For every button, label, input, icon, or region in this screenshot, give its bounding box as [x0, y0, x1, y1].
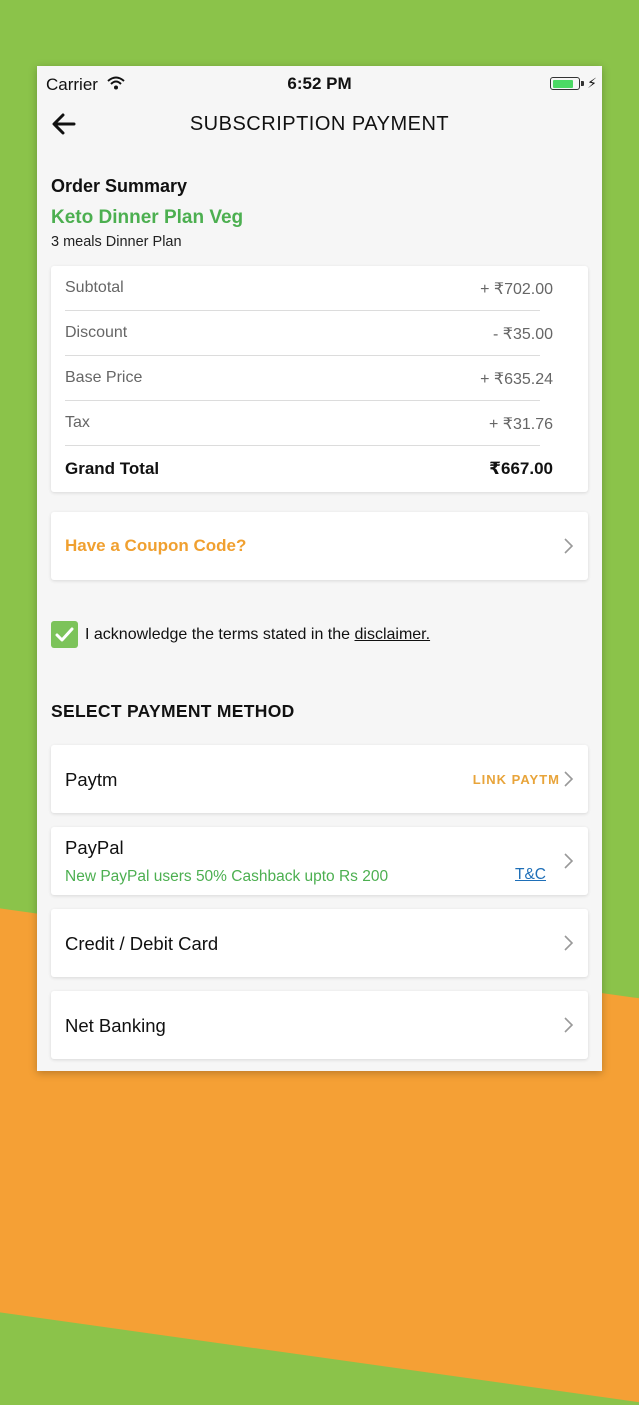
paytm-label: Paytm [65, 769, 118, 790]
grand-total-value: ₹667.00 [489, 459, 553, 478]
row-label: Discount [65, 324, 128, 341]
summary-row-tax: Tax + ₹31.76 [51, 401, 588, 446]
chevron-right-icon [564, 771, 574, 787]
card-label: Credit / Debit Card [65, 933, 219, 954]
link-paytm-action[interactable]: LINK PAYTM [473, 772, 560, 787]
plan-description: 3 meals Dinner Plan [51, 234, 182, 250]
acknowledge-checkbox[interactable] [51, 621, 78, 648]
summary-row-subtotal: Subtotal + ₹702.00 [51, 266, 588, 311]
row-value: - ₹35.00 [493, 326, 553, 343]
payment-method-heading: SELECT PAYMENT METHOD [51, 701, 295, 721]
status-bar: Carrier 6:52 PM ⚡ [37, 66, 602, 102]
row-label: Base Price [65, 369, 143, 386]
battery-fill [552, 79, 573, 88]
page-title: SUBSCRIPTION PAYMENT [189, 113, 450, 135]
coupon-label: Have a Coupon Code? [65, 536, 247, 555]
chevron-right-icon [564, 935, 574, 951]
order-summary-card: Subtotal + ₹702.00 Discount - ₹35.00 Bas… [51, 266, 588, 492]
chevron-right-icon [564, 853, 574, 869]
tnc-link[interactable]: T&C [515, 866, 546, 884]
row-value: + ₹31.76 [488, 416, 553, 433]
disclaimer-link[interactable]: disclaimer. [354, 626, 430, 643]
row-value: + ₹702.00 [480, 281, 553, 298]
battery-icon [550, 77, 584, 90]
net-banking-label: Net Banking [65, 1015, 166, 1036]
acknowledge-text: I acknowledge the terms stated in the di… [85, 626, 430, 644]
summary-row-base-price: Base Price + ₹635.24 [51, 356, 588, 401]
paytm-option[interactable]: Paytm LINK PAYTM [51, 745, 588, 813]
paypal-label: PayPal [65, 837, 124, 858]
grand-total-label: Grand Total [65, 459, 160, 478]
acknowledge-label: I acknowledge the terms stated in the [85, 626, 355, 643]
row-label: Tax [65, 414, 90, 431]
phone-screen: Carrier 6:52 PM ⚡ SUBSCRIPTION PAYMENT O… [37, 66, 602, 1071]
plan-name: Keto Dinner Plan Veg [51, 207, 244, 228]
net-banking-option[interactable]: Net Banking [51, 991, 588, 1059]
paypal-option[interactable]: PayPal New PayPal users 50% Cashback upt… [51, 827, 588, 895]
row-value: + ₹635.24 [480, 371, 553, 388]
battery-nub [581, 81, 584, 86]
credit-debit-card-option[interactable]: Credit / Debit Card [51, 909, 588, 977]
row-label: Subtotal [65, 279, 124, 296]
chevron-right-icon [564, 1017, 574, 1033]
coupon-code-button[interactable]: Have a Coupon Code? [51, 512, 588, 580]
summary-row-grand-total: Grand Total ₹667.00 [51, 446, 588, 491]
charging-icon: ⚡ [587, 75, 597, 91]
paypal-promo-text: New PayPal users 50% Cashback upto Rs 20… [65, 868, 389, 885]
order-summary-heading: Order Summary [51, 176, 188, 196]
clock: 6:52 PM [287, 74, 352, 93]
checkmark-icon [55, 627, 74, 642]
nav-bar: SUBSCRIPTION PAYMENT [37, 102, 602, 146]
chevron-right-icon [564, 538, 574, 554]
summary-row-discount: Discount - ₹35.00 [51, 311, 588, 356]
